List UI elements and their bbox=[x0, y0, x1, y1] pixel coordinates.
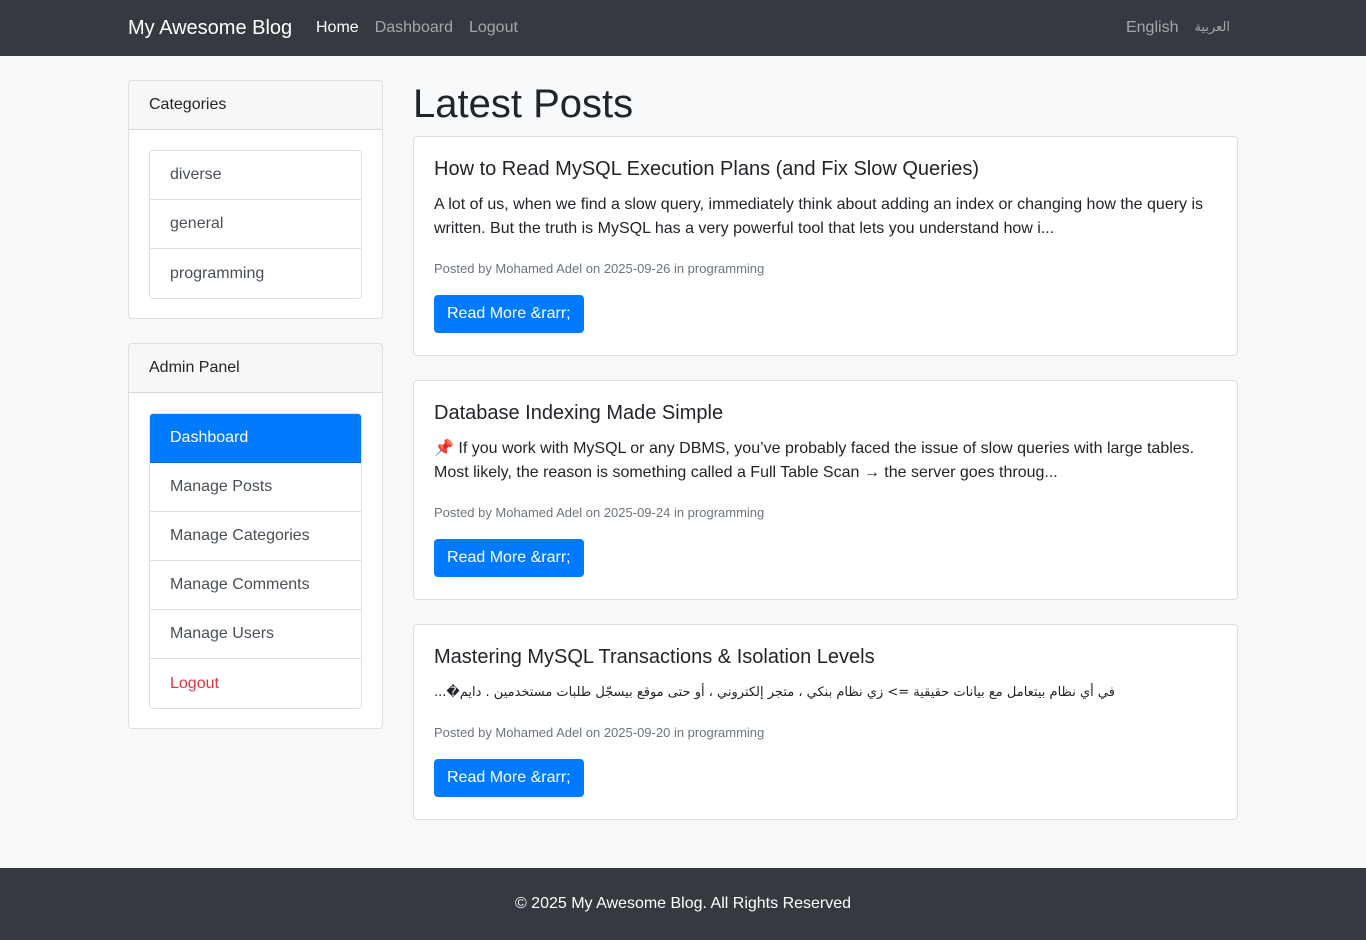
admin-item-manage-posts[interactable]: Manage Posts bbox=[150, 463, 361, 512]
admin-item-dashboard[interactable]: Dashboard bbox=[150, 414, 361, 463]
category-item-programming[interactable]: programming bbox=[150, 249, 361, 298]
categories-card: Categories diverse general programming bbox=[128, 80, 383, 319]
admin-item-manage-categories[interactable]: Manage Categories bbox=[150, 512, 361, 561]
admin-item-manage-users[interactable]: Manage Users bbox=[150, 610, 361, 659]
main-nav: Home Dashboard Logout bbox=[316, 16, 518, 40]
nav-home-link[interactable]: Home bbox=[316, 16, 359, 40]
admin-panel-body: Dashboard Manage Posts Manage Categories… bbox=[129, 393, 382, 729]
nav-logout-link[interactable]: Logout bbox=[469, 16, 518, 40]
read-more-button[interactable]: Read More &rarr; bbox=[434, 759, 584, 797]
post-meta: Posted by Mohamed Adel on 2025-09-20 in … bbox=[434, 725, 765, 740]
post-title: Database Indexing Made Simple bbox=[434, 402, 724, 424]
admin-panel-card: Admin Panel Dashboard Manage Posts Manag… bbox=[128, 343, 383, 729]
category-item-diverse[interactable]: diverse bbox=[150, 151, 361, 200]
page-title: Latest Posts bbox=[413, 82, 634, 126]
categories-card-body: diverse general programming bbox=[129, 130, 382, 319]
admin-panel-title: Admin Panel bbox=[129, 344, 382, 393]
admin-menu-list: Dashboard Manage Posts Manage Categories… bbox=[149, 413, 362, 709]
post-excerpt: 📌 If you work with MySQL or any DBMS, yo… bbox=[434, 440, 1195, 481]
nav-dashboard-link[interactable]: Dashboard bbox=[375, 16, 453, 40]
brand-link[interactable]: My Awesome Blog bbox=[128, 14, 292, 42]
admin-item-manage-comments[interactable]: Manage Comments bbox=[150, 561, 361, 610]
categories-card-title: Categories bbox=[129, 81, 382, 130]
admin-item-logout[interactable]: Logout bbox=[150, 659, 361, 708]
post-excerpt: في أي نظام بيتعامل مع بيانات حقيقية => ز… bbox=[434, 685, 1115, 700]
lang-english-link[interactable]: English bbox=[1126, 16, 1178, 40]
read-more-button[interactable]: Read More &rarr; bbox=[434, 539, 584, 577]
post-card: Database Indexing Made Simple 📌 If you w… bbox=[413, 380, 1238, 600]
page-footer: © 2025 My Awesome Blog. All Rights Reser… bbox=[0, 868, 1366, 940]
post-title: How to Read MySQL Execution Plans (and F… bbox=[434, 158, 980, 180]
footer-copyright: © 2025 My Awesome Blog. All Rights Reser… bbox=[514, 895, 852, 912]
post-meta: Posted by Mohamed Adel on 2025-09-24 in … bbox=[434, 505, 765, 520]
language-switcher: English العربية bbox=[1126, 16, 1230, 40]
top-navbar: My Awesome Blog Home Dashboard Logout En… bbox=[0, 0, 1366, 56]
post-card: Mastering MySQL Transactions & Isolation… bbox=[413, 624, 1238, 820]
post-card: How to Read MySQL Execution Plans (and F… bbox=[413, 136, 1238, 356]
post-meta: Posted by Mohamed Adel on 2025-09-26 in … bbox=[434, 261, 765, 276]
categories-list: diverse general programming bbox=[149, 150, 362, 299]
post-title: Mastering MySQL Transactions & Isolation… bbox=[434, 646, 875, 668]
category-item-general[interactable]: general bbox=[150, 200, 361, 249]
lang-arabic-link[interactable]: العربية bbox=[1194, 16, 1230, 40]
read-more-button[interactable]: Read More &rarr; bbox=[434, 295, 584, 333]
post-excerpt: A lot of us, when we find a slow query, … bbox=[434, 196, 1204, 237]
